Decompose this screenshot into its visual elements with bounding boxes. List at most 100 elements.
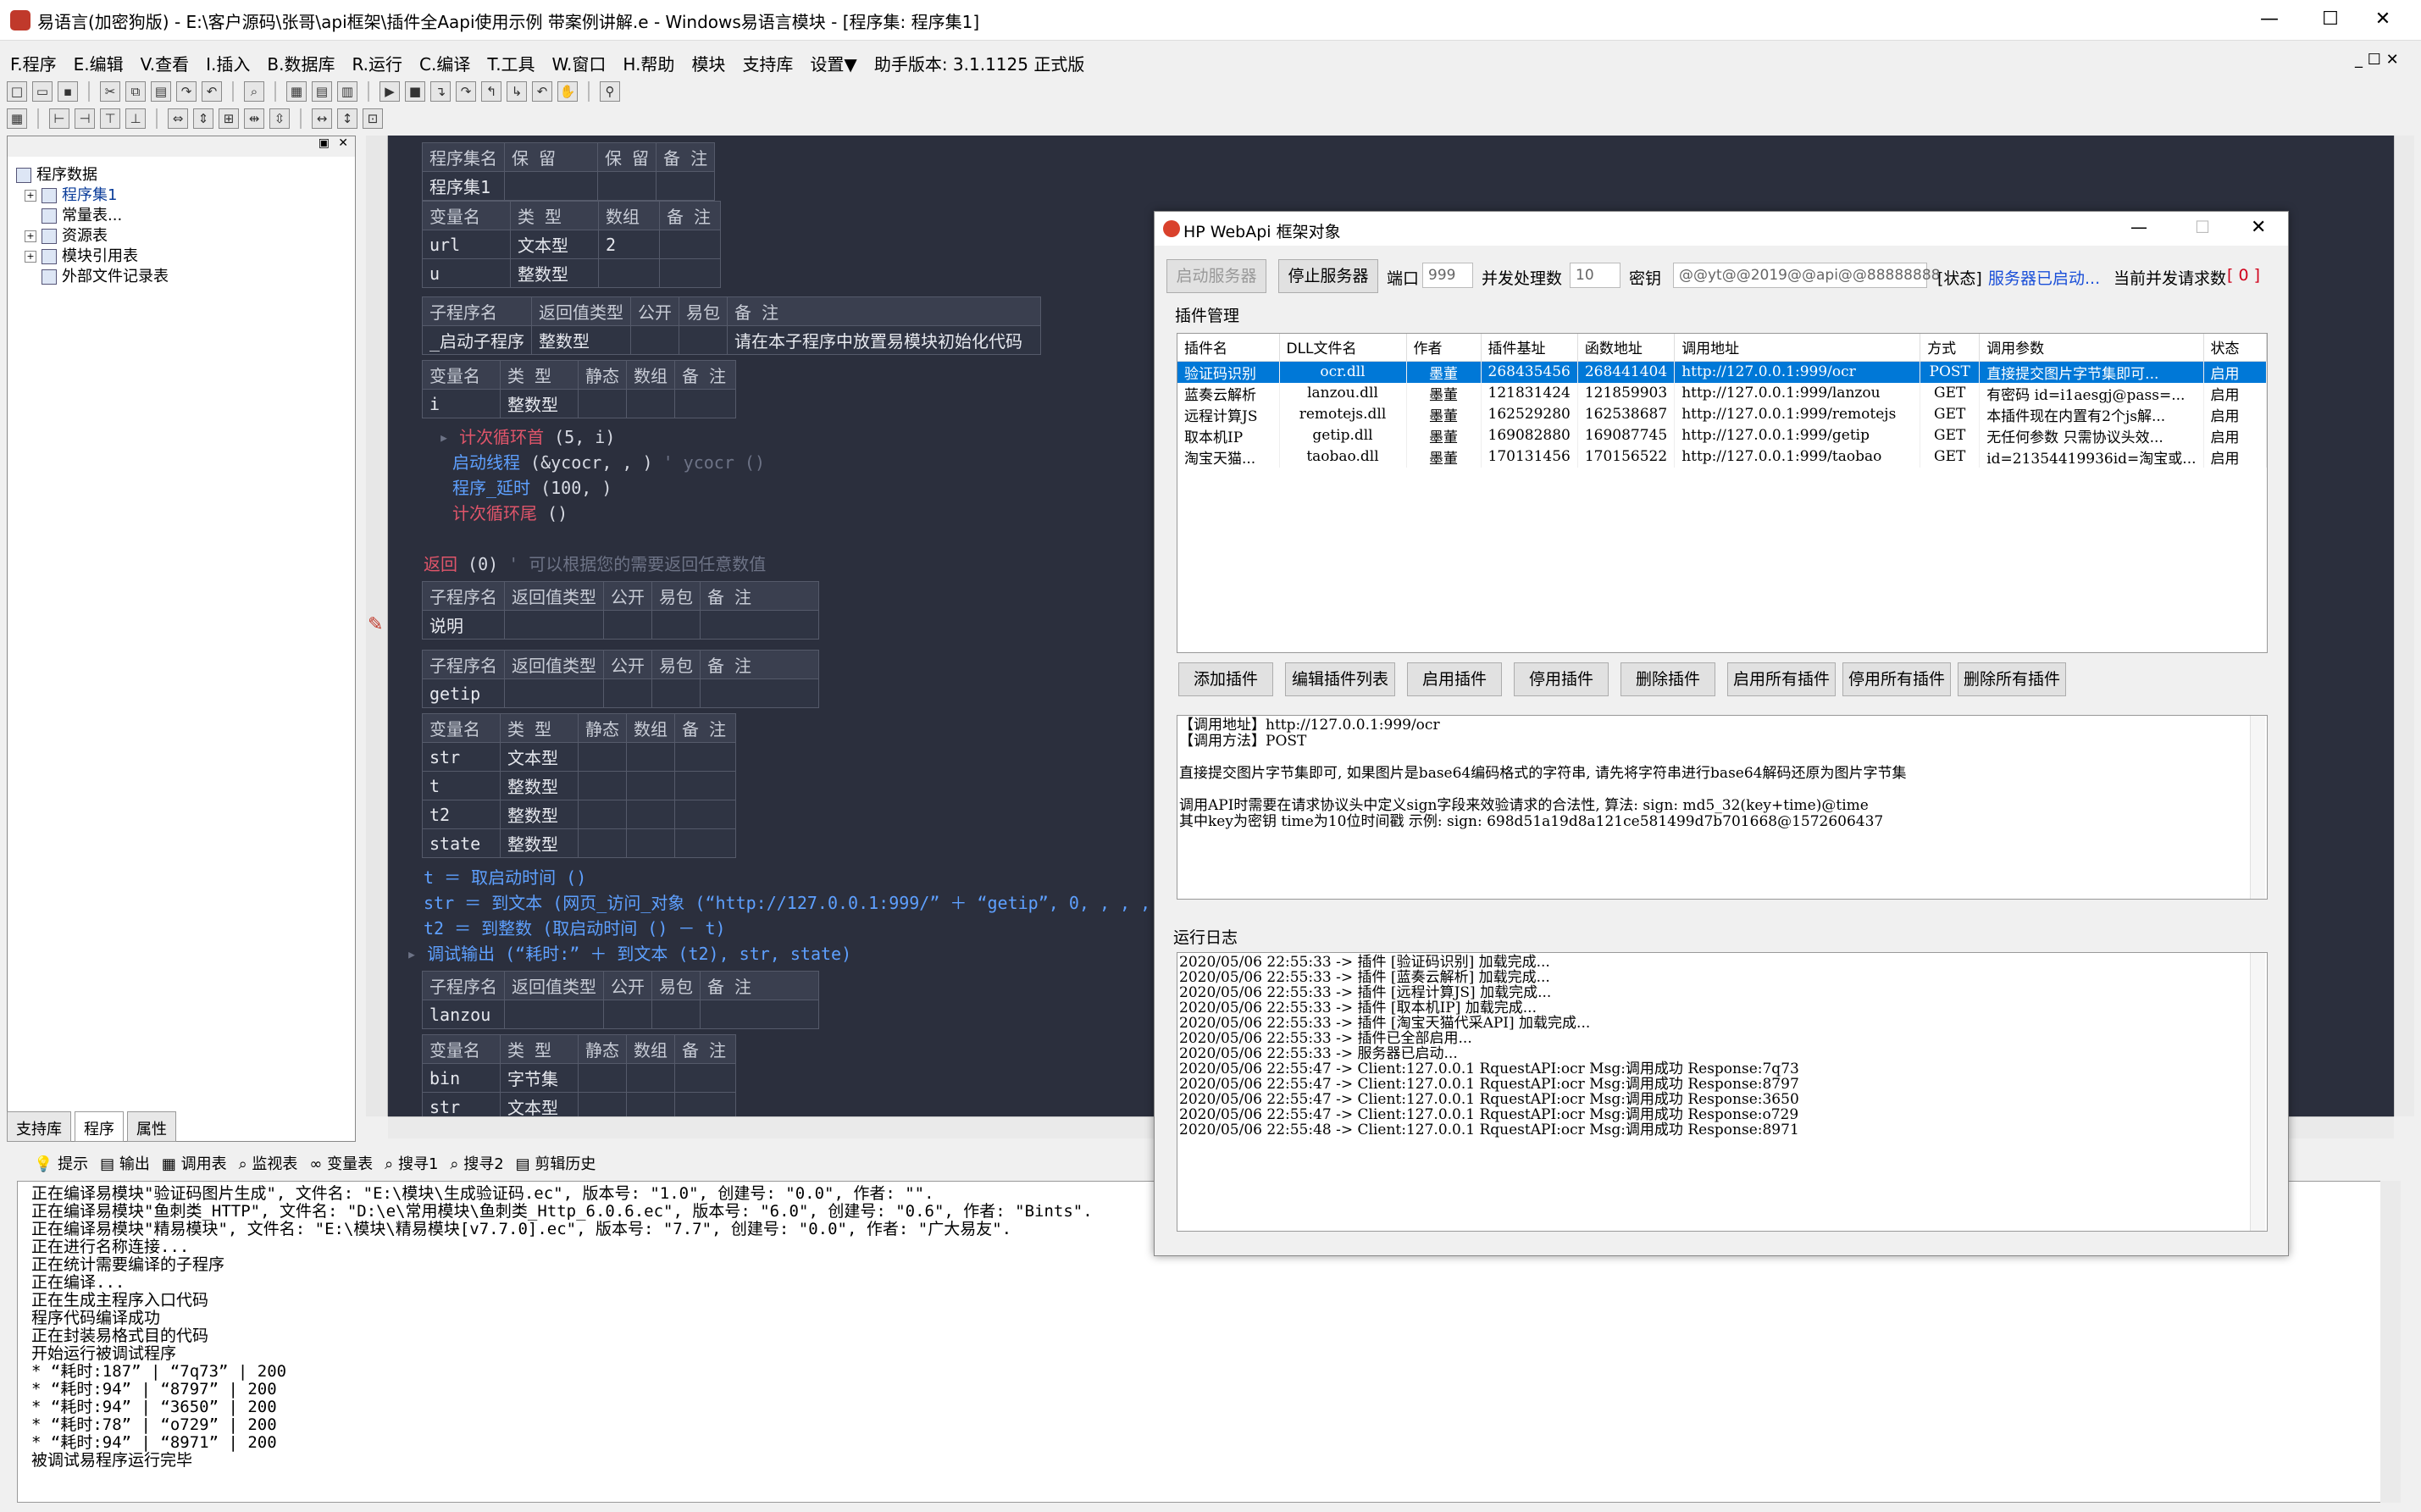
col-plugin-name[interactable]: 插件名 xyxy=(1177,334,1280,362)
layout-2-icon[interactable]: ▤ xyxy=(312,81,332,102)
tab-watch[interactable]: ⌕ 监视表 xyxy=(239,1152,298,1174)
col-status[interactable]: 状态 xyxy=(2203,334,2267,362)
align-bottom-icon[interactable]: ⊥ xyxy=(125,108,146,129)
align-grid-icon[interactable]: ▦ xyxy=(7,108,27,129)
menu-settings[interactable]: 设置▼ xyxy=(810,51,856,75)
log-scrollbar[interactable] xyxy=(2250,953,2265,1231)
tab-variables[interactable]: ∞ 变量表 xyxy=(309,1152,373,1174)
run-log[interactable]: 2020/05/06 22:55:33 -> 插件 [验证码识别] 加载完成..… xyxy=(1177,952,2268,1232)
menu-tools[interactable]: T.工具 xyxy=(487,51,535,75)
plugin-row[interactable]: 远程计算JS remotejs.dll 墨董 162529280 162538687 ht… xyxy=(1177,403,2267,425)
tree-root[interactable]: 程序数据 xyxy=(16,165,169,186)
align-left-icon[interactable]: ⊢ xyxy=(49,108,69,129)
dialog-close-button[interactable]: ✕ xyxy=(2251,217,2266,238)
code-line-loop-end[interactable]: 计次循环尾 () xyxy=(452,500,568,524)
menu-help[interactable]: H.帮助 xyxy=(623,51,674,75)
layout-1-icon[interactable]: ▦ xyxy=(286,81,307,102)
code-line-str[interactable]: str ＝ 到文本 (网页_访问_对象 (“http://127.0.0.1:9… xyxy=(424,889,1181,914)
pin-icon[interactable]: ▣ xyxy=(319,136,330,150)
center-v-icon[interactable]: ↕ xyxy=(337,108,357,129)
mdi-controls[interactable]: _ ☐ ✕ xyxy=(2355,51,2399,69)
key-input[interactable]: @@yt@@2019@@api@@88888888 xyxy=(1673,263,1940,288)
tab-search2[interactable]: ⌕ 搜寻2 xyxy=(450,1152,503,1174)
menu-edit[interactable]: E.编辑 xyxy=(74,51,124,75)
plugin-row[interactable]: 蓝奏云解析 lanzou.dll 墨董 121831424 121859903 http:… xyxy=(1177,382,2267,404)
code-line-return[interactable]: 返回 (0) ' 可以根据您的需要返回任意数值 xyxy=(424,551,766,575)
start-server-button[interactable]: 启动服务器 xyxy=(1166,259,1266,293)
step-back-icon[interactable]: ↶ xyxy=(532,81,552,102)
code-line-start-thread[interactable]: 启动线程 (&ycocr, , ) ' ycocr () xyxy=(452,449,765,474)
col-url[interactable]: 调用地址 xyxy=(1674,334,1921,362)
tree-item-constants[interactable]: 常量表... xyxy=(16,206,169,226)
paste-icon[interactable]: ▤ xyxy=(151,81,171,102)
menu-support-lib[interactable]: 支持库 xyxy=(742,51,793,75)
concurrency-input[interactable]: 10 xyxy=(1570,263,1620,288)
undo-icon[interactable]: ↶ xyxy=(202,81,222,102)
layout-3-icon[interactable]: ▥ xyxy=(337,81,357,102)
tab-search1[interactable]: ⌕ 搜寻1 xyxy=(385,1152,438,1174)
space-h-icon[interactable]: ⇹ xyxy=(244,108,264,129)
tab-clip-history[interactable]: ▤ 剪辑历史 xyxy=(516,1152,596,1174)
dialog-minimize-button[interactable]: — xyxy=(2130,217,2147,237)
code-line-loop-start[interactable]: ▸ 计次循环首 (5, i) xyxy=(439,424,615,448)
center-h-icon[interactable]: ↔ xyxy=(312,108,332,129)
tree-item-program-set[interactable]: + 程序集1 xyxy=(16,186,169,206)
tab-output[interactable]: ▤ 输出 xyxy=(100,1152,150,1174)
delete-all-button[interactable]: 删除所有插件 xyxy=(1958,662,2066,696)
tab-hint[interactable]: 💡 提示 xyxy=(34,1152,88,1174)
tree-item-resources[interactable]: + 资源表 xyxy=(16,226,169,246)
same-height-icon[interactable]: ⇕ xyxy=(193,108,213,129)
step-over-icon[interactable]: ↷ xyxy=(456,81,476,102)
code-line-debug-output[interactable]: ▸ 调试输出 (“耗时:” ＋ 到文本 (t2), str, state) xyxy=(407,940,851,965)
code-line-delay[interactable]: 程序_延时 (100, ) xyxy=(452,474,612,499)
menu-compile[interactable]: C.编译 xyxy=(419,51,470,75)
add-plugin-button[interactable]: 添加插件 xyxy=(1178,662,1273,696)
plugin-row[interactable]: 验证码识别 ocr.dll 墨董 268435456 268441404 http://1… xyxy=(1177,361,2267,383)
col-method[interactable]: 方式 xyxy=(1920,334,1981,362)
code-line-t2[interactable]: t2 ＝ 到整数 (取启动时间 () － t) xyxy=(424,915,726,939)
col-author[interactable]: 作者 xyxy=(1406,334,1482,362)
edit-plugin-list-button[interactable]: 编辑插件列表 xyxy=(1285,662,1395,696)
menu-window[interactable]: W.窗口 xyxy=(552,51,607,75)
code-line-t[interactable]: t ＝ 取启动时间 () xyxy=(424,864,586,889)
menu-module[interactable]: 模块 xyxy=(691,51,725,75)
stop-icon[interactable]: ■ xyxy=(405,81,425,102)
enable-plugin-button[interactable]: 启用插件 xyxy=(1407,662,1502,696)
menu-program[interactable]: F.程序 xyxy=(10,51,57,75)
open-folder-icon[interactable]: ▭ xyxy=(32,81,53,102)
new-file-icon[interactable]: □ xyxy=(7,81,27,102)
save-icon[interactable]: ▪ xyxy=(58,81,78,102)
align-top-icon[interactable]: ⊤ xyxy=(100,108,120,129)
output-scrollbar[interactable] xyxy=(2380,1181,2401,1503)
col-func[interactable]: 函数地址 xyxy=(1577,334,1676,362)
col-params[interactable]: 调用参数 xyxy=(1979,334,2204,362)
plugin-row[interactable]: 取本机IP getip.dll 墨董 169082880 169087745 http:/… xyxy=(1177,424,2267,446)
editor-vertical-scrollbar[interactable] xyxy=(2394,136,2414,1116)
port-input[interactable]: 999 xyxy=(1422,263,1473,288)
info-scrollbar[interactable] xyxy=(2250,716,2265,899)
panel-close-icon[interactable]: ✕ xyxy=(338,136,348,150)
menu-view[interactable]: V.查看 xyxy=(141,51,189,75)
plugin-info-text[interactable]: 【调用地址】http://127.0.0.1:999/ocr 【调用方法】POS… xyxy=(1177,715,2268,900)
menu-run[interactable]: R.运行 xyxy=(352,51,402,75)
col-dll[interactable]: DLL文件名 xyxy=(1279,334,1407,362)
tab-support-lib[interactable]: 支持库 xyxy=(7,1111,71,1142)
align-center-icon[interactable]: ⊣ xyxy=(75,108,95,129)
binoculars-icon[interactable]: ⚲ xyxy=(600,81,620,102)
step-out-icon[interactable]: ↰ xyxy=(481,81,501,102)
step-icon[interactable]: ↴ xyxy=(430,81,451,102)
hand-icon[interactable]: ✋ xyxy=(557,81,578,102)
delete-plugin-button[interactable]: 删除插件 xyxy=(1620,662,1715,696)
find-icon[interactable]: ⌕ xyxy=(244,81,264,102)
tree-item-module-refs[interactable]: + 模块引用表 xyxy=(16,246,169,267)
disable-all-button[interactable]: 停用所有插件 xyxy=(1842,662,1951,696)
col-base[interactable]: 插件基址 xyxy=(1481,334,1578,362)
copy-icon[interactable]: ⧉ xyxy=(125,81,146,102)
dialog-maximize-button[interactable]: ☐ xyxy=(2195,217,2210,237)
close-button[interactable]: ✕ xyxy=(2345,0,2421,41)
disable-plugin-button[interactable]: 停用插件 xyxy=(1514,662,1609,696)
same-size-icon[interactable]: ⊞ xyxy=(219,108,239,129)
same-width-icon[interactable]: ⇔ xyxy=(168,108,188,129)
tab-program[interactable]: 程序 xyxy=(75,1111,124,1142)
tab-properties[interactable]: 属性 xyxy=(127,1111,176,1142)
